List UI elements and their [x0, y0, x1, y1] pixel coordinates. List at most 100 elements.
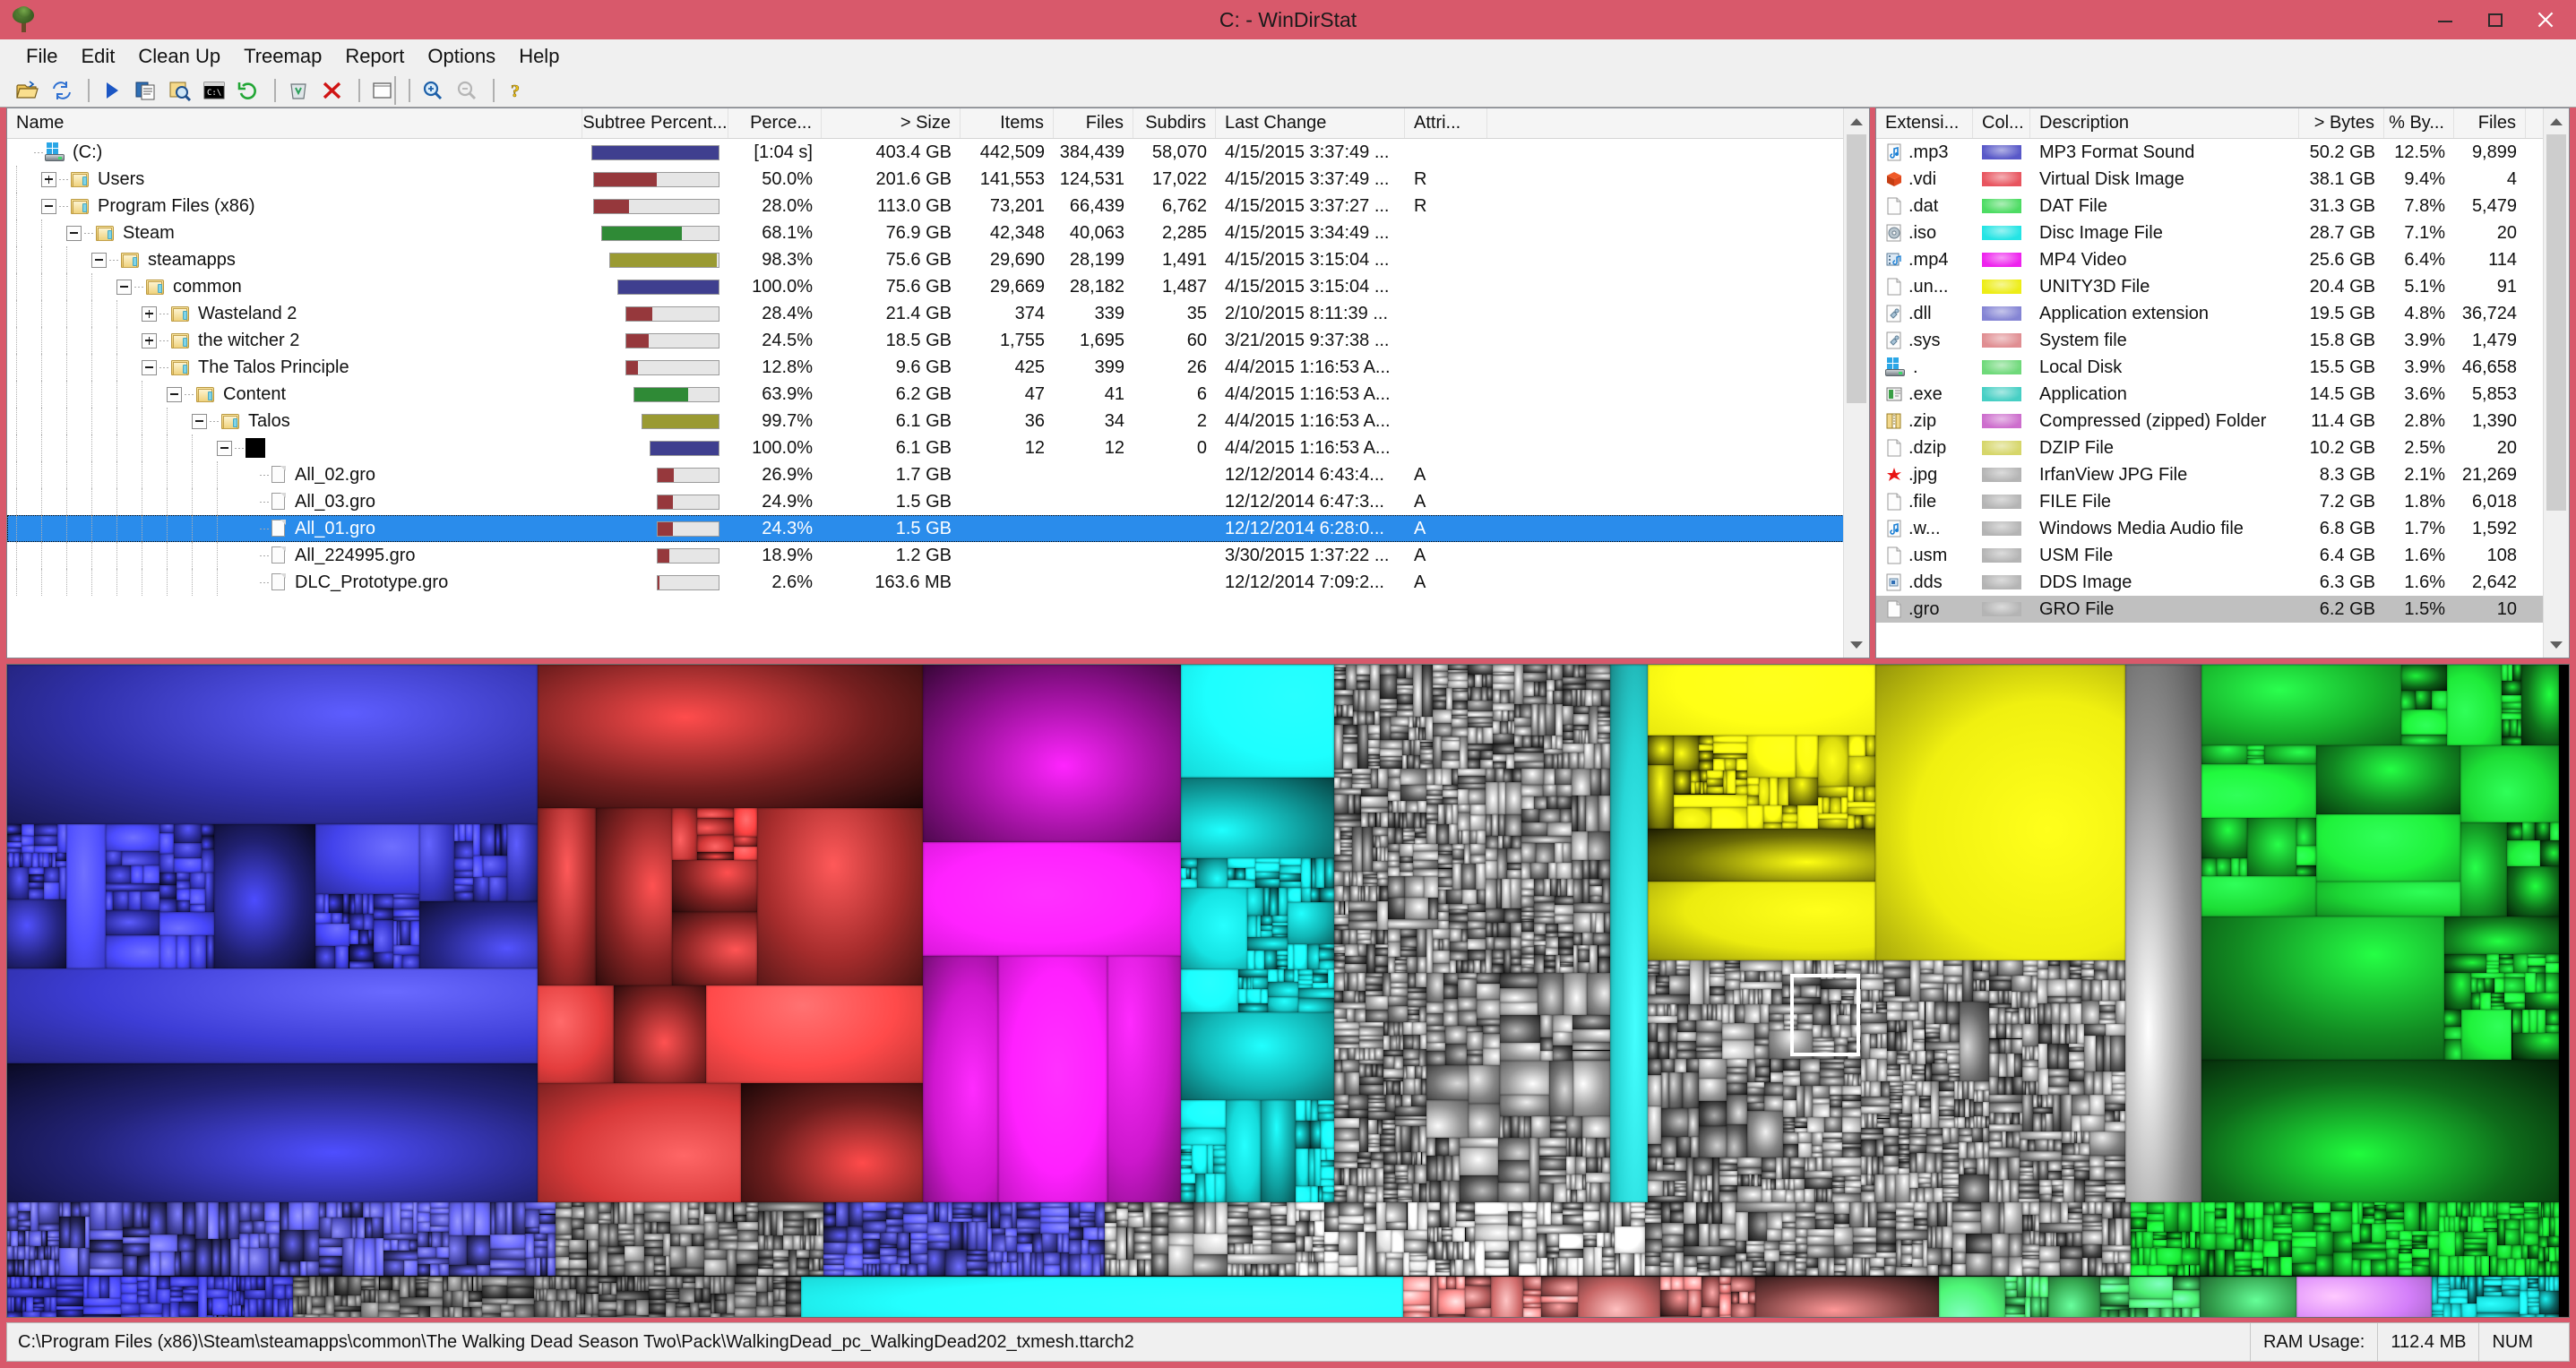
treemap-tile[interactable] — [43, 1276, 50, 1288]
treemap-tile[interactable] — [1348, 1094, 1369, 1110]
treemap-tile[interactable] — [1847, 786, 1855, 803]
treemap-tile[interactable] — [625, 1299, 637, 1316]
treemap-tile[interactable] — [2079, 1143, 2090, 1156]
treemap-tile[interactable] — [1430, 1181, 1441, 1202]
treemap-tile[interactable] — [1408, 1000, 1426, 1007]
treemap-tile[interactable] — [1660, 1136, 1677, 1157]
treemap-tile[interactable] — [1583, 1239, 1597, 1247]
treemap-tile[interactable] — [506, 1202, 513, 1235]
treemap-tile[interactable] — [1937, 1202, 1947, 1226]
treemap-tile[interactable] — [1260, 916, 1272, 926]
treemap-tile[interactable] — [1358, 944, 1367, 957]
treemap-tile[interactable] — [2502, 695, 2522, 703]
treemap-tile[interactable] — [2502, 681, 2522, 696]
treemap-tile[interactable] — [1557, 936, 1573, 948]
extension-column-header-1[interactable]: Col... — [1973, 108, 2030, 138]
treemap-tile[interactable] — [633, 1202, 644, 1215]
treemap-tile[interactable] — [1930, 1080, 1939, 1128]
treemap-tile[interactable] — [1578, 796, 1586, 832]
treemap-tile[interactable] — [1314, 1221, 1325, 1237]
treemap-tile[interactable] — [1468, 929, 1486, 940]
treemap-tile[interactable] — [572, 1207, 584, 1219]
treemap-tile[interactable] — [788, 1249, 797, 1277]
treemap-tile[interactable] — [1486, 848, 1498, 861]
treemap-tile[interactable] — [1414, 1078, 1421, 1095]
treemap-tile[interactable] — [1357, 725, 1368, 770]
extension-vertical-scrollbar[interactable] — [2543, 108, 2569, 658]
treemap-tile[interactable] — [1486, 835, 1498, 849]
treemap-tile[interactable] — [1357, 934, 1371, 941]
treemap-tile[interactable] — [2401, 710, 2448, 736]
treemap-tile[interactable] — [1468, 716, 1493, 724]
treemap-tile[interactable] — [1380, 665, 1398, 675]
treemap-tile[interactable] — [586, 1286, 599, 1294]
treemap-tile[interactable] — [926, 1242, 950, 1250]
treemap-tile[interactable] — [1333, 885, 1343, 901]
treemap-tile[interactable] — [170, 1276, 198, 1286]
treemap-tile[interactable] — [1437, 912, 1450, 921]
treemap-tile[interactable] — [1921, 1113, 1931, 1128]
treemap-tile[interactable] — [704, 1214, 717, 1222]
treemap-tile[interactable] — [44, 1297, 51, 1312]
treemap-tile[interactable] — [1521, 784, 1543, 797]
treemap-tile[interactable] — [1518, 1252, 1538, 1264]
treemap-tile[interactable] — [1554, 843, 1564, 863]
treemap-tile[interactable] — [2481, 1202, 2488, 1217]
treemap-tile[interactable] — [361, 1279, 375, 1287]
treemap-tile[interactable] — [1872, 1156, 1879, 1174]
treemap-tile[interactable] — [1426, 1202, 1441, 1211]
treemap-tile[interactable] — [2060, 1003, 2070, 1024]
treemap-tile[interactable] — [1602, 1268, 1615, 1277]
treemap-tile[interactable] — [1380, 675, 1398, 700]
treemap-tile[interactable] — [814, 1235, 824, 1250]
treemap-tile[interactable] — [773, 1289, 780, 1302]
treemap-tile[interactable] — [2545, 1024, 2559, 1034]
treemap-tile[interactable] — [2251, 1252, 2264, 1260]
treemap-tile[interactable] — [1847, 807, 1875, 815]
treemap-tile[interactable] — [683, 1276, 695, 1284]
treemap-tile[interactable] — [1973, 960, 1983, 972]
treemap-tile[interactable] — [2039, 1233, 2046, 1246]
treemap-tile[interactable] — [1807, 1236, 1834, 1245]
treemap-tile[interactable] — [1271, 925, 1288, 934]
treemap-tile[interactable] — [1407, 957, 1417, 973]
treemap-tile[interactable] — [1849, 1003, 1861, 1026]
treemap-tile[interactable] — [986, 1261, 996, 1277]
treemap-tile[interactable] — [21, 1276, 30, 1288]
treemap-tile[interactable] — [1486, 936, 1495, 951]
treemap-tile[interactable] — [1401, 1152, 1412, 1165]
treemap-tile[interactable] — [418, 1211, 430, 1223]
treemap-tile[interactable] — [1966, 1252, 1992, 1277]
treemap-tile[interactable] — [1500, 1043, 1540, 1061]
treemap-tile[interactable] — [2443, 1038, 2462, 1060]
treemap-tile[interactable] — [1426, 769, 1435, 785]
treemap-tile[interactable] — [2009, 1257, 2022, 1277]
treemap-tile[interactable] — [1850, 1025, 1861, 1037]
treemap-tile[interactable] — [1463, 1260, 1476, 1277]
treemap-tile[interactable] — [1521, 862, 1530, 880]
treemap-tile[interactable] — [489, 1268, 525, 1277]
treemap-tile[interactable] — [1602, 1261, 1615, 1269]
treemap-tile[interactable] — [697, 817, 735, 835]
treemap-tile[interactable] — [1833, 1213, 1850, 1224]
treemap-tile[interactable] — [1934, 1188, 1943, 1202]
treemap-tile[interactable] — [1427, 897, 1438, 919]
treemap-tile[interactable] — [1357, 1186, 1366, 1202]
treemap-tile[interactable] — [1398, 1183, 1412, 1190]
treemap-tile[interactable] — [378, 1302, 400, 1311]
treemap-tile[interactable] — [1486, 923, 1494, 937]
treemap-tile[interactable] — [1502, 879, 1512, 908]
treemap-tile[interactable] — [1168, 1233, 1194, 1245]
treemap-tile[interactable] — [1376, 871, 1388, 880]
treemap-tile[interactable] — [1555, 704, 1564, 736]
treemap-tile[interactable] — [21, 836, 35, 846]
treemap-tile[interactable] — [1333, 820, 1361, 827]
treemap-tile[interactable] — [1461, 830, 1469, 845]
treemap-tile[interactable] — [2438, 1296, 2450, 1303]
treemap-tile[interactable] — [90, 1202, 106, 1231]
treemap-tile[interactable] — [2464, 1249, 2488, 1257]
treemap-tile[interactable] — [2201, 817, 2247, 859]
treemap-tile[interactable] — [1725, 970, 1740, 980]
treemap-tile[interactable] — [587, 1252, 599, 1269]
treemap-tile[interactable] — [1521, 836, 1572, 844]
